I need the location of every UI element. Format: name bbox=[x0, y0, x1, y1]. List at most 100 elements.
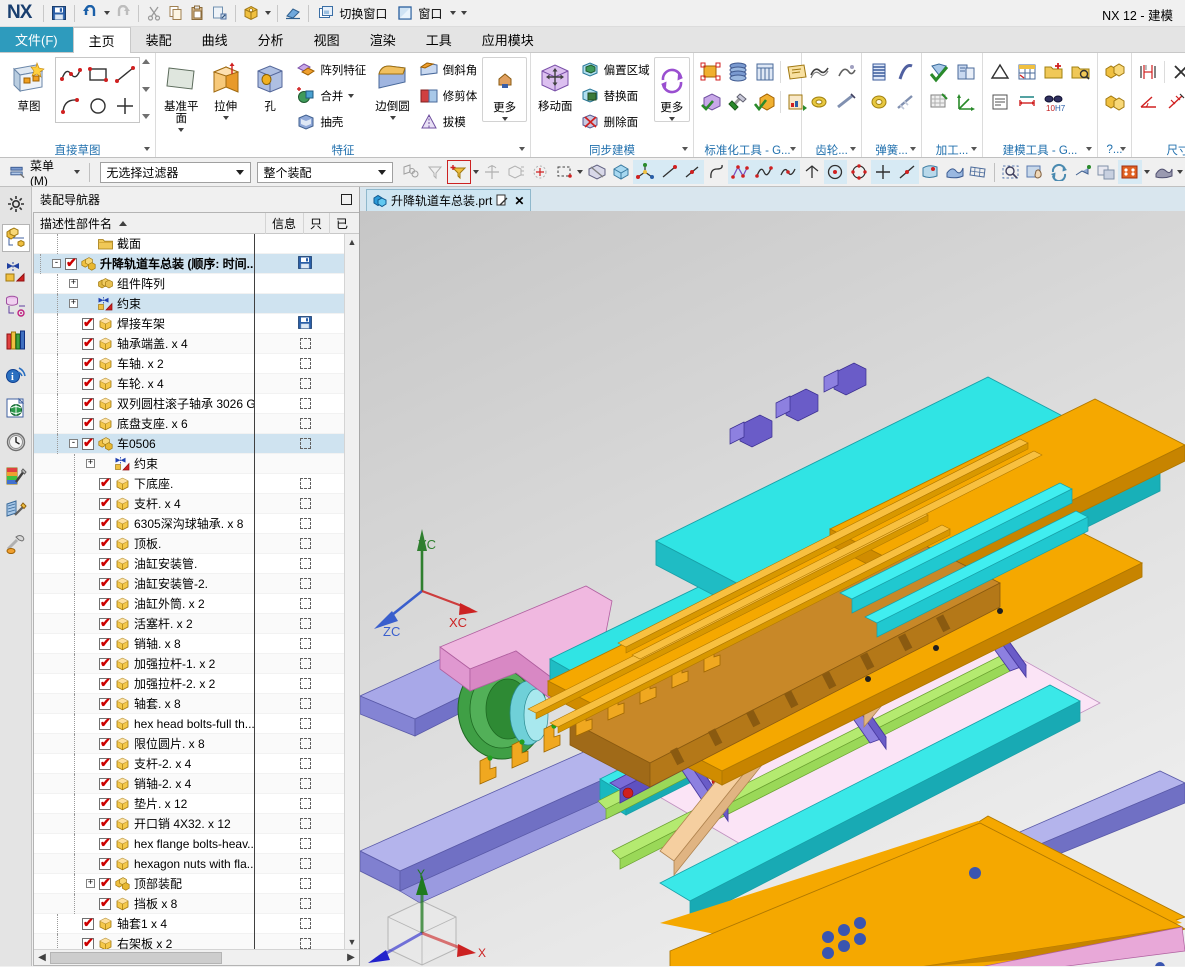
tangent-icon[interactable] bbox=[894, 160, 919, 184]
table-row[interactable]: 轴套. x 8 bbox=[34, 693, 344, 714]
tab-analysis[interactable]: 分析 bbox=[243, 27, 299, 52]
delete-face-button[interactable]: 删除面 bbox=[579, 109, 650, 135]
row-state-cell[interactable] bbox=[292, 554, 318, 574]
row-state-cell[interactable] bbox=[292, 754, 318, 774]
pattern-feature-button[interactable]: 阵列特征 bbox=[295, 57, 366, 83]
table-row[interactable]: 限位圆片. x 8 bbox=[34, 733, 344, 754]
row-state-cell[interactable] bbox=[292, 814, 318, 834]
rotate-icon[interactable] bbox=[1047, 160, 1071, 184]
chevron-down-icon[interactable] bbox=[501, 117, 508, 121]
row-state-cell[interactable] bbox=[292, 534, 318, 554]
triangle-icon[interactable] bbox=[986, 59, 1013, 86]
datum-dimension-icon[interactable] bbox=[1162, 89, 1185, 116]
table-row[interactable]: hex head bolts-full th... bbox=[34, 713, 344, 734]
table-row[interactable]: 轴承端盖. x 4 bbox=[34, 333, 344, 354]
table-row[interactable]: 下底座. bbox=[34, 473, 344, 494]
row-state-cell[interactable] bbox=[292, 714, 318, 734]
gallery-scroll-up-icon[interactable] bbox=[142, 59, 150, 64]
row-checkbox[interactable] bbox=[82, 376, 94, 390]
zoom-window-icon[interactable] bbox=[999, 160, 1023, 184]
sketch-circle-icon[interactable] bbox=[84, 92, 111, 119]
chevron-down-icon[interactable] bbox=[910, 147, 916, 151]
row-state-cell[interactable] bbox=[292, 894, 318, 914]
table-row[interactable]: + 约束 bbox=[34, 453, 344, 474]
row-state-cell[interactable] bbox=[292, 234, 318, 254]
datum-csys-icon[interactable] bbox=[632, 160, 657, 184]
table-row[interactable]: 加强拉杆-2. x 2 bbox=[34, 673, 344, 694]
row-checkbox[interactable] bbox=[82, 336, 94, 350]
row-state-cell[interactable] bbox=[292, 274, 318, 294]
chevron-down-icon[interactable] bbox=[1176, 160, 1185, 184]
row-state-cell[interactable] bbox=[292, 314, 318, 334]
deselect-filter-icon[interactable] bbox=[423, 160, 447, 184]
compression-spring-icon[interactable] bbox=[865, 59, 892, 86]
table-row[interactable]: + 顶部装配 bbox=[34, 873, 344, 894]
redo-icon[interactable] bbox=[112, 2, 134, 24]
row-checkbox[interactable] bbox=[99, 716, 111, 730]
arc-icon[interactable] bbox=[704, 160, 728, 184]
column-header-readonly[interactable]: 只 bbox=[304, 213, 330, 234]
scroll-down-icon[interactable]: ▼ bbox=[345, 934, 360, 949]
sketch-point-icon[interactable] bbox=[111, 92, 138, 119]
table-row[interactable]: 垫片. x 12 bbox=[34, 793, 344, 814]
mesh-icon[interactable] bbox=[966, 160, 990, 184]
row-checkbox[interactable] bbox=[99, 636, 111, 650]
package-icon[interactable] bbox=[240, 2, 262, 24]
shell-button[interactable]: 抽壳 bbox=[295, 109, 366, 135]
circle-quadrant-icon[interactable] bbox=[847, 160, 871, 184]
row-state-cell[interactable] bbox=[292, 634, 318, 654]
row-checkbox[interactable] bbox=[99, 696, 111, 710]
add-folder-icon[interactable] bbox=[1040, 59, 1067, 86]
document-tab[interactable]: 升降轨道车总装.prt ✕ bbox=[366, 189, 532, 211]
unite-button[interactable]: 合并 bbox=[295, 83, 366, 109]
select-face-icon[interactable] bbox=[528, 160, 552, 184]
chevron-down-icon[interactable] bbox=[389, 116, 396, 120]
tab-tools[interactable]: 工具 bbox=[411, 27, 467, 52]
hole-button[interactable]: 孔 bbox=[248, 57, 292, 113]
graphics-viewport[interactable]: YC ZC XC Y X bbox=[360, 211, 1185, 966]
tab-view[interactable]: 视图 bbox=[299, 27, 355, 52]
scroll-up-icon[interactable]: ▲ bbox=[345, 234, 360, 249]
library-icon[interactable] bbox=[751, 59, 778, 86]
table-row[interactable]: 销轴-2. x 4 bbox=[34, 773, 344, 794]
table-row[interactable]: 焊接车架 bbox=[34, 313, 344, 334]
row-state-cell[interactable] bbox=[292, 774, 318, 794]
replace-face-button[interactable]: 替换面 bbox=[579, 83, 650, 109]
row-checkbox[interactable] bbox=[82, 416, 94, 430]
row-state-cell[interactable] bbox=[292, 914, 318, 934]
row-checkbox[interactable] bbox=[99, 576, 111, 590]
table-row[interactable]: 销轴. x 8 bbox=[34, 633, 344, 654]
sketch-line-icon[interactable] bbox=[111, 61, 138, 88]
column-header-modified[interactable]: 已 bbox=[330, 213, 356, 234]
direct-sketch-gallery[interactable] bbox=[55, 57, 140, 123]
assembly-tool-icon[interactable] bbox=[697, 89, 724, 116]
spur-gear-icon[interactable] bbox=[805, 59, 832, 86]
close-x-icon[interactable] bbox=[1167, 59, 1185, 86]
chevron-down-icon[interactable] bbox=[144, 147, 150, 151]
row-state-cell[interactable] bbox=[292, 594, 318, 614]
chevron-down-icon[interactable] bbox=[222, 116, 229, 120]
row-state-cell[interactable] bbox=[292, 254, 318, 274]
table-row[interactable]: 6305深沟球轴承. x 8 bbox=[34, 513, 344, 534]
row-checkbox[interactable] bbox=[99, 616, 111, 630]
linear-dimension-icon[interactable]: I bbox=[1135, 59, 1162, 86]
table-row[interactable]: 支杆-2. x 4 bbox=[34, 753, 344, 774]
sidebar-item-system-materials[interactable] bbox=[2, 462, 30, 490]
curve-icon[interactable] bbox=[775, 160, 800, 184]
chevron-down-icon[interactable] bbox=[519, 147, 525, 151]
table-row[interactable]: 轴套1 x 4 bbox=[34, 913, 344, 934]
sketch-button[interactable]: 草图 bbox=[3, 57, 55, 113]
row-checkbox[interactable] bbox=[99, 836, 111, 850]
row-checkbox[interactable] bbox=[82, 396, 94, 410]
chevron-down-icon[interactable] bbox=[348, 94, 355, 98]
tree-expander[interactable]: + bbox=[69, 279, 78, 288]
style-icon[interactable] bbox=[1095, 160, 1119, 184]
row-state-cell[interactable] bbox=[292, 874, 318, 894]
row-checkbox[interactable] bbox=[99, 676, 111, 690]
hide-icon[interactable] bbox=[504, 160, 528, 184]
chevron-down-icon[interactable] bbox=[668, 117, 675, 121]
row-state-cell[interactable] bbox=[292, 434, 318, 454]
helical-gear-icon[interactable] bbox=[832, 59, 859, 86]
chevron-down-icon[interactable] bbox=[850, 147, 856, 151]
switch-window-button[interactable]: 切换窗口 bbox=[313, 2, 392, 24]
